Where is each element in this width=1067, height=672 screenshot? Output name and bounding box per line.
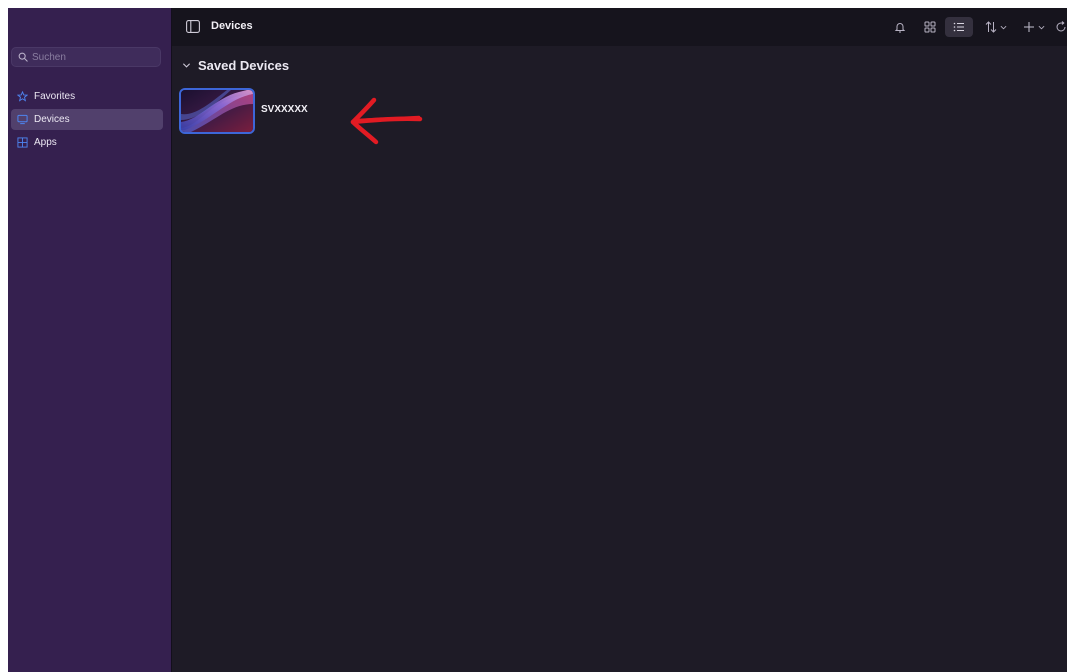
add-button[interactable] [1019,17,1049,37]
grid-view-button[interactable] [921,17,939,37]
monitor-icon [16,114,28,126]
toolbar: Devices [172,8,1067,46]
device-thumbnail[interactable] [179,88,255,134]
sidebar-item-label: Apps [34,137,57,148]
chevron-down-icon [182,63,191,68]
bell-icon [894,23,906,33]
sidebar-item-favorites[interactable]: Favorites [11,86,163,107]
sort-button[interactable] [981,17,1011,37]
sidebar-item-devices[interactable]: Devices [11,109,163,130]
list-view-icon [953,22,964,32]
notifications-button[interactable] [891,17,909,37]
app-window: Favorites Devices Apps Devices [8,8,1067,672]
refresh-icon [1056,21,1066,32]
grid-icon [16,137,28,149]
chevron-down-icon [1038,25,1045,29]
sort-icon [985,21,997,33]
sidebar-item-label: Devices [34,114,70,125]
annotation-arrow-icon [350,97,423,145]
grid-view-icon [924,21,936,33]
page-title: Devices [211,20,253,32]
search-field[interactable] [11,47,161,67]
sidebar-toggle-icon[interactable] [186,20,200,33]
main-content: Devices Saved Devices SVXXXXX [172,8,1067,672]
sidebar-item-apps[interactable]: Apps [11,132,163,153]
search-icon [18,52,28,62]
sidebar-nav: Favorites Devices Apps [11,86,163,155]
wallpaper-thumbnail [181,90,253,132]
list-view-button[interactable] [945,17,973,37]
star-icon [16,91,28,103]
search-input[interactable] [32,51,152,63]
section-title: Saved Devices [198,58,290,73]
refresh-button[interactable] [1055,17,1067,37]
sidebar-item-label: Favorites [34,91,76,102]
device-name: SVXXXXX [261,103,308,115]
device-item[interactable]: SVXXXXX [179,88,308,134]
chevron-down-icon [1000,25,1007,29]
sidebar: Favorites Devices Apps [8,8,172,672]
toolbar-actions [885,8,1067,46]
section-header-saved-devices[interactable]: Saved Devices [182,58,289,73]
plus-icon [1024,22,1034,32]
